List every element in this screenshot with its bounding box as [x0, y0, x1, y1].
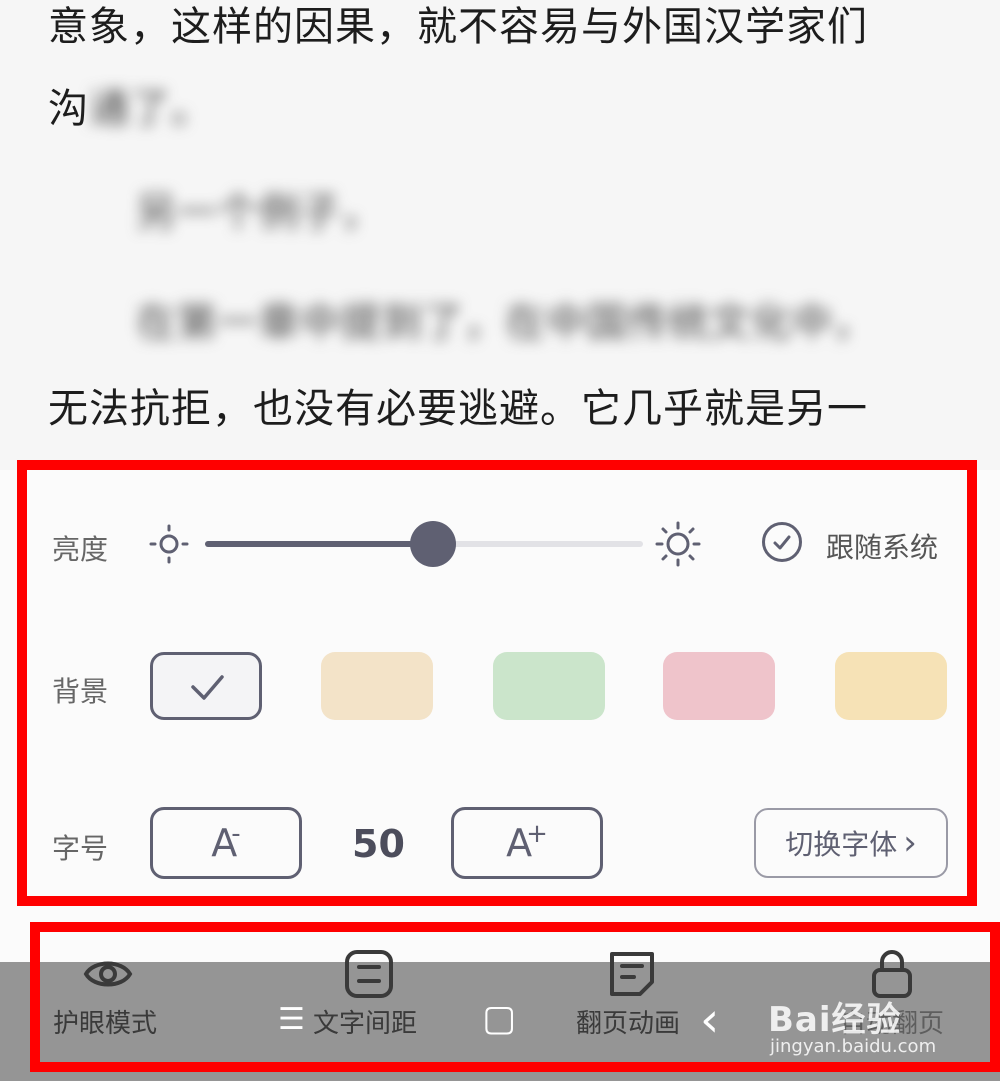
page-flip-icon[interactable] — [606, 948, 658, 1000]
home-icon[interactable]: ▢ — [482, 998, 516, 1039]
brightness-label: 亮度 — [52, 533, 109, 566]
reader-blurred-line: 另一个例子， — [136, 190, 382, 236]
background-swatch-green[interactable] — [493, 652, 605, 720]
reader-blurred-line: 在第一章中提到了，在中国传统文化中， — [136, 300, 874, 346]
follow-system-checkbox[interactable] — [762, 522, 802, 562]
background-label: 背景 — [52, 675, 109, 708]
font-increase-button[interactable]: A + — [451, 807, 603, 879]
sun-large-icon — [655, 521, 701, 567]
reader-blurred-text: 通了。 — [89, 86, 212, 132]
spacing-icon[interactable] — [343, 948, 395, 1000]
watermark-url: jingyan.baidu.com — [770, 1036, 937, 1057]
follow-system-label[interactable]: 跟随系统 — [826, 526, 938, 566]
reader-line: 沟通了。 — [48, 76, 212, 134]
toolbar-page-animation-label[interactable]: 翻页动画 — [576, 1003, 680, 1040]
font-size-label: 字号 — [52, 832, 109, 865]
reader-line: 个无形的存在，被象地模型在中国的文化中 — [48, 452, 827, 470]
back-icon[interactable]: ‹ — [700, 992, 719, 1048]
background-swatch-beige[interactable] — [321, 652, 433, 720]
background-swatch-pink[interactable] — [663, 652, 775, 720]
reader-line: 无法抗拒，也没有必要逃避。它几乎就是另一 — [48, 386, 868, 432]
background-swatch-white[interactable] — [150, 652, 262, 720]
reader-line-start: 沟 — [48, 86, 89, 132]
brightness-slider[interactable] — [205, 521, 643, 567]
switch-font-label: 切换字体 — [785, 828, 898, 861]
plus-icon: + — [526, 819, 548, 849]
toolbar-eye-care-label[interactable]: 护眼模式 — [53, 1003, 157, 1040]
minus-icon: - — [231, 819, 241, 849]
eye-icon[interactable] — [82, 948, 134, 1000]
reader-line: 意象，这样的因果，就不容易与外国汉学家们 — [48, 4, 868, 50]
font-size-value: 50 — [352, 822, 405, 866]
font-decrease-button[interactable]: A- — [150, 807, 302, 879]
sun-small-icon — [149, 524, 189, 564]
baidu-watermark: Bai经验 jingyan.baidu.com — [768, 992, 936, 1057]
check-icon — [191, 675, 224, 700]
chevron-right-icon: › — [903, 823, 917, 863]
reader-page: 意象，这样的因果，就不容易与外国汉学家们 沟通了。 另一个例子， 在第一章中提到… — [0, 0, 1000, 470]
brightness-slider-thumb[interactable] — [409, 521, 456, 567]
menu-icon[interactable]: ☰ — [278, 1002, 305, 1037]
switch-font-button[interactable]: 切换字体 › — [754, 808, 948, 878]
brightness-slider-fill — [205, 541, 433, 547]
check-circle-icon — [773, 535, 791, 550]
toolbar-text-spacing-label[interactable]: 文字间距 — [313, 1003, 417, 1040]
background-swatch-yellow[interactable] — [835, 652, 947, 720]
watermark-logo: Bai经验 — [768, 1000, 902, 1040]
